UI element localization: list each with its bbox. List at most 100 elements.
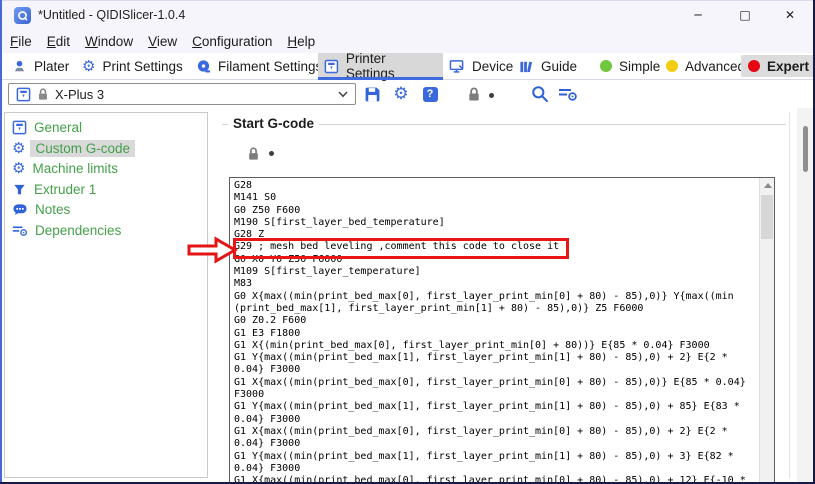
minimize-button[interactable]: ─ (675, 0, 721, 30)
preset-settings-button[interactable]: ⚙ (391, 84, 411, 104)
window-border (0, 0, 2, 484)
printer-icon (324, 59, 339, 74)
gear-icon: ⚙ (12, 141, 25, 156)
tab-print-settings[interactable]: ⚙ Print Settings (76, 53, 189, 79)
advanced-mode-dot-icon (666, 60, 678, 72)
gear-icon: ⚙ (393, 86, 408, 103)
gcode-line: 0.04} F3000 (234, 438, 759, 450)
tab-guide[interactable]: Guide (512, 53, 583, 79)
gcode-line: G1 Y{max((min(print_bed_max[1], first_la… (234, 352, 759, 364)
extruder-icon (12, 182, 27, 197)
gcode-line: M109 S[first_layer_temperature] (234, 266, 759, 278)
tab-printer-settings[interactable]: Printer Settings (318, 53, 443, 79)
gcode-line: F3000 (234, 389, 759, 401)
chevron-down-icon (338, 91, 348, 98)
application-window: *Untitled - QIDISlicer-1.0.4 ─ □ ✕ File … (0, 0, 815, 484)
window-border (0, 0, 815, 1)
filament-icon (196, 59, 211, 74)
guide-icon (518, 59, 534, 74)
lock-preset-button[interactable] (464, 84, 484, 104)
gcode-line: G1 X{max((min(print_bed_max[0], first_la… (234, 475, 759, 482)
triangle-up-icon (764, 183, 772, 188)
red-arrow-annotation (186, 236, 238, 264)
gcode-line: G1 Y{max((min(print_bed_max[1], first_la… (234, 451, 759, 463)
help-icon: ? (423, 87, 438, 102)
textarea-scrollbar-thumb[interactable] (761, 195, 773, 239)
menu-window[interactable]: Window (85, 34, 133, 49)
mode-simple[interactable]: Simple (593, 55, 667, 77)
gcode-line: G28 (234, 180, 759, 192)
save-icon (364, 86, 381, 103)
printer-icon (16, 87, 31, 102)
tab-label: Print Settings (102, 59, 182, 74)
tab-device[interactable]: Device (443, 53, 519, 79)
gcode-line: G1 X{max((min(print_bed_max[0], first_la… (234, 426, 759, 438)
notes-icon (12, 202, 28, 217)
sidebar-item-general[interactable]: General (5, 118, 82, 136)
save-preset-button[interactable] (362, 84, 382, 104)
mode-expert[interactable]: Expert (741, 55, 815, 77)
gcode-line: M83 (234, 278, 759, 290)
gcode-line: G1 Y{max((min(print_bed_max[1], first_la… (234, 401, 759, 413)
gear-icon: ⚙ (12, 161, 25, 176)
mode-advanced[interactable]: Advanced (659, 55, 752, 77)
tab-label: Plater (34, 59, 69, 74)
maximize-button[interactable]: □ (722, 0, 768, 30)
sidebar-item-machine-limits[interactable]: ⚙ Machine limits (5, 159, 118, 177)
simple-mode-dot-icon (600, 60, 612, 72)
settings-sidebar: General ⚙ Custom G-code ⚙ Machine limits… (4, 112, 208, 478)
sidebar-item-label: General (34, 120, 82, 135)
selected-tab-underline (318, 77, 443, 80)
panel-border (789, 112, 790, 478)
menu-bar: File Edit Window View Configuration Help (0, 30, 815, 53)
sidebar-item-label: Custom G-code (30, 140, 135, 157)
section-title: Start G-code (228, 116, 319, 131)
sidebar-item-dependencies[interactable]: Dependencies (5, 221, 121, 239)
gcode-line: M141 S0 (234, 192, 759, 204)
title-bar[interactable]: *Untitled - QIDISlicer-1.0.4 ─ □ ✕ (0, 0, 815, 30)
gcode-line: 0.04} F3000 (234, 364, 759, 376)
sidebar-item-custom-gcode[interactable]: ⚙ Custom G-code (5, 139, 135, 157)
close-button[interactable]: ✕ (767, 0, 813, 30)
tab-filament-settings[interactable]: Filament Settings (190, 53, 328, 79)
printer-preset-combobox[interactable]: X-Plus 3 (8, 83, 356, 105)
sidebar-item-label: Dependencies (35, 223, 121, 238)
printer-icon (12, 120, 27, 135)
mode-label: Advanced (685, 59, 745, 74)
print-settings-icon: ⚙ (82, 59, 95, 74)
gcode-line: G0 Z0.2 F600 (234, 315, 759, 327)
help-button[interactable]: ? (420, 84, 440, 104)
menu-configuration[interactable]: Configuration (192, 34, 272, 49)
gcode-line: G1 E3 F1800 (234, 328, 759, 340)
start-gcode-textarea[interactable]: G28 M141 S0 G0 Z50 F600 M190 S[first_lay… (229, 177, 775, 483)
window-scrollbar[interactable] (797, 108, 813, 484)
device-icon (449, 59, 465, 74)
menu-file[interactable]: File (10, 34, 32, 49)
gcode-line: G0 X{max((min(print_bed_max[0], first_la… (234, 291, 759, 303)
tab-label: Filament Settings (218, 59, 322, 74)
mode-label: Expert (767, 59, 809, 74)
search-button[interactable] (530, 84, 550, 104)
lock-icon (37, 87, 49, 101)
plater-icon (12, 59, 27, 74)
gcode-line: G0 Z50 F600 (234, 205, 759, 217)
window-scrollbar-thumb[interactable] (803, 126, 808, 172)
lock-icon[interactable] (247, 146, 260, 161)
gcode-content[interactable]: G28 M141 S0 G0 Z50 F600 M190 S[first_lay… (230, 178, 759, 482)
sidebar-item-label: Extruder 1 (34, 182, 96, 197)
menu-view[interactable]: View (148, 34, 177, 49)
sidebar-item-notes[interactable]: Notes (5, 200, 70, 218)
textarea-scrollbar[interactable] (759, 178, 774, 482)
preset-value: X-Plus 3 (55, 87, 104, 102)
tab-plater[interactable]: Plater (6, 53, 75, 79)
search-settings-button[interactable] (556, 84, 580, 104)
sidebar-item-extruder-1[interactable]: Extruder 1 (5, 180, 96, 198)
scroll-up-button[interactable] (760, 178, 775, 193)
option-lock-row (247, 146, 274, 161)
gcode-line: G1 X{(min(print_bed_max[0], first_layer_… (234, 340, 759, 352)
tab-strip: Plater ⚙ Print Settings Filament Setting… (0, 53, 815, 80)
menu-edit[interactable]: Edit (47, 34, 70, 49)
menu-help[interactable]: Help (287, 34, 315, 49)
window-title: *Untitled - QIDISlicer-1.0.4 (38, 0, 185, 30)
highlight-rectangle-annotation (233, 238, 569, 259)
